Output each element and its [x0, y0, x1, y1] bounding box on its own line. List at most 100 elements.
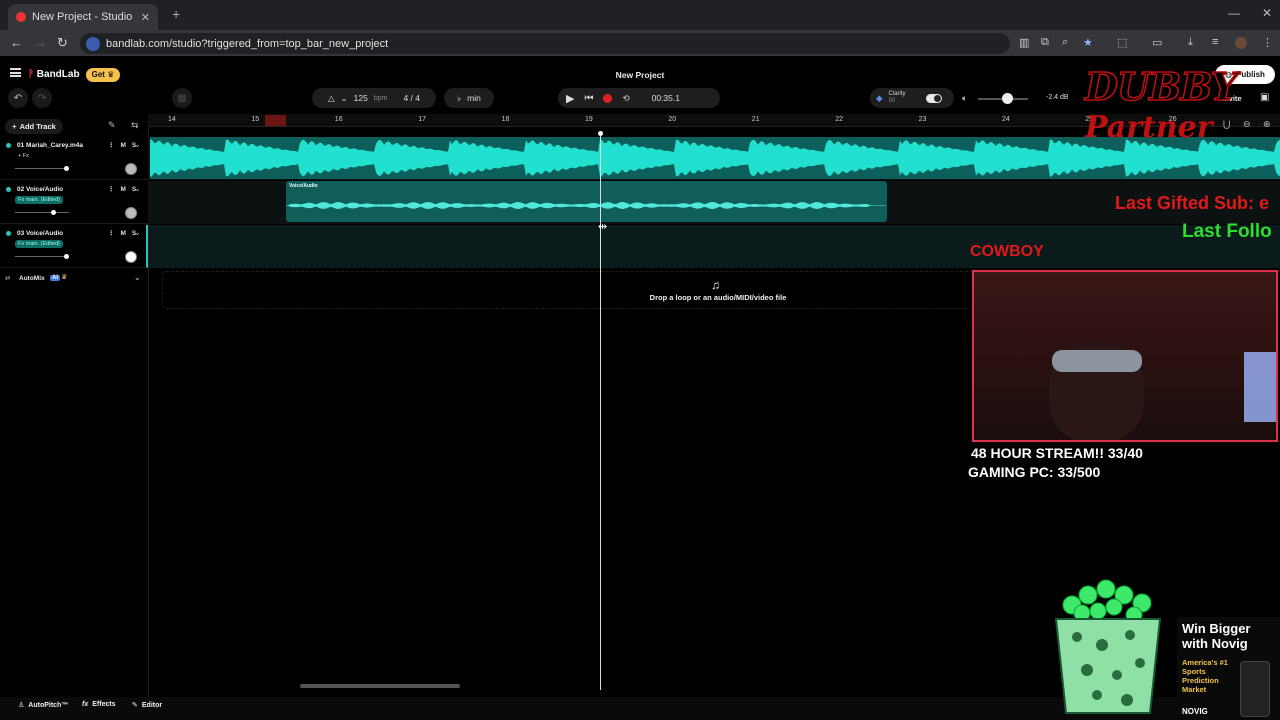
project-title[interactable]: New Project [560, 70, 720, 80]
notifications-icon[interactable]: ▣ [1260, 92, 1269, 103]
drop-zone[interactable] [162, 271, 982, 309]
partner-logo: Partner [1085, 110, 1213, 145]
bandlab-logo[interactable]: ᚹ BandLab [28, 69, 80, 80]
loop-icon[interactable]: ⟲ [622, 93, 629, 104]
browser-tab[interactable]: New Project - Studio ✕ [8, 4, 158, 30]
close-tab-icon[interactable]: ✕ [141, 11, 150, 24]
track-header-1[interactable]: 01 Mariah_Carey.m4a + Fx ⋮MS ⌄ [0, 137, 148, 180]
ad-headline-line2: with Novig [1182, 636, 1248, 651]
ruler-bar-number: 24 [1002, 116, 1010, 123]
pencil-icon[interactable]: ✎ [108, 120, 116, 131]
key-selector[interactable]: ♭ min [444, 88, 494, 108]
reload-icon[interactable]: ↻ [57, 35, 68, 51]
track-name[interactable]: 01 Mariah_Carey.m4a [17, 142, 83, 149]
tempo-group[interactable]: △ ⌄ 125 bpm 4 / 4 [312, 88, 436, 108]
undo-icon[interactable]: ↶ [8, 88, 28, 108]
track-volume-slider[interactable] [15, 256, 69, 257]
track-header-2[interactable]: 02 Voice/Audio Fx main. (Edited) ⋮MS ⌄ [0, 181, 148, 224]
hamburger-menu-icon[interactable] [10, 68, 21, 77]
track-color-icon [6, 187, 11, 192]
time-signature[interactable]: 4 / 4 [403, 93, 420, 103]
playhead-handle[interactable] [598, 131, 603, 136]
track-settings-icon[interactable]: ⇆ [131, 120, 139, 131]
track-volume-slider[interactable] [15, 168, 69, 169]
track-chevron-icon[interactable]: ⌄ [134, 184, 141, 193]
download-icon[interactable]: ⤓ [1188, 36, 1193, 49]
reader-icon[interactable]: ▥ [1019, 36, 1029, 49]
back-icon[interactable]: ← [10, 35, 23, 50]
track-name[interactable]: 03 Voice/Audio [17, 230, 63, 237]
track-volume-knob[interactable] [50, 210, 56, 215]
metronome-chevron-icon[interactable]: ⌄ [341, 93, 348, 104]
track-pan-knob[interactable] [125, 207, 137, 219]
add-track-label: Add Track [19, 122, 56, 131]
url-text: bandlab.com/studio?triggered_from=top_ba… [106, 37, 389, 50]
zoom-in-icon[interactable]: ⊕ [1263, 119, 1271, 130]
publish-label: Publish [1236, 70, 1265, 79]
get-membership-button[interactable]: Get ♛ [86, 68, 120, 82]
add-track-button[interactable]: + Add Track [5, 119, 63, 134]
clarity-toggle[interactable] [925, 93, 942, 103]
automix-label: AutoMix [19, 275, 45, 282]
extensions-icon[interactable]: ⬚ [1117, 36, 1127, 49]
track-color-icon [6, 231, 11, 236]
bpm-value[interactable]: 125 [354, 93, 368, 103]
track-fx-button[interactable]: Fx main. (Edited) [15, 240, 63, 248]
track-color-icon [6, 143, 11, 148]
ad-headline-line1: Win Bigger [1182, 621, 1251, 636]
track-fx-button[interactable]: Fx main. (Edited) [15, 196, 63, 204]
effects-label: Effects [92, 701, 116, 708]
skip-back-icon[interactable]: ⏮ [584, 93, 593, 104]
metronome-icon[interactable]: △ [328, 93, 335, 104]
track-chevron-icon[interactable]: ⌄ [134, 228, 141, 237]
track-volume-knob[interactable] [64, 166, 70, 171]
volume-db: -2.4 dB [1046, 94, 1069, 101]
clarity-control[interactable]: ◆ Clarity 50 [870, 88, 954, 108]
magnet-icon[interactable]: ⋃ [1223, 119, 1230, 130]
record-icon[interactable] [603, 93, 613, 103]
autopitch-button[interactable]: ♙ AutoPitch™ [18, 701, 69, 710]
browser-menu-icon[interactable]: ⋮ [1262, 36, 1273, 49]
cast-icon[interactable]: ▭ [1152, 36, 1162, 49]
track-pan-knob[interactable] [125, 251, 137, 263]
audio-clip-voice[interactable]: Voice/Audio [286, 181, 887, 222]
track-volume-slider[interactable] [15, 212, 69, 213]
site-info-icon[interactable] [86, 36, 100, 51]
automix-chevron-icon[interactable]: ⌄ [134, 273, 141, 282]
media-icon[interactable]: ≡ [1212, 36, 1218, 48]
mixer-icon[interactable]: ▦ [172, 88, 192, 108]
automix-row[interactable]: ⇄ AutoMix AI ♛ ⌄ [0, 271, 148, 287]
playhead[interactable] [600, 134, 601, 690]
address-bar[interactable]: bandlab.com/studio?triggered_from=top_ba… [80, 33, 1010, 54]
editor-button[interactable]: ✎ Editor [132, 701, 162, 710]
redo-icon[interactable]: ↷ [32, 88, 52, 108]
play-icon[interactable]: ▶ [566, 92, 574, 105]
edit-icon: ✎ [132, 702, 138, 709]
master-volume-knob[interactable] [1002, 93, 1013, 104]
forward-icon[interactable]: → [34, 35, 47, 50]
new-tab-icon[interactable]: + [172, 6, 180, 22]
zoom-icon[interactable]: ⌕ [1062, 36, 1068, 49]
track-fx-button[interactable]: + Fx [15, 152, 32, 160]
speaker-icon[interactable]: 🔈︎ [962, 93, 967, 104]
install-icon[interactable]: ⧉ [1041, 36, 1049, 49]
track-header-3[interactable]: 03 Voice/Audio Fx main. (Edited) ⋮MS ⌄ [0, 225, 148, 268]
profile-avatar[interactable] [1235, 37, 1247, 49]
autopitch-label: AutoPitch™ [28, 701, 69, 709]
zoom-out-icon[interactable]: ⊖ [1243, 119, 1251, 130]
clarity-label: Clarity [888, 91, 906, 97]
window-close-icon[interactable]: ✕ [1262, 6, 1272, 20]
horizontal-scrollbar[interactable] [300, 684, 460, 688]
track-name[interactable]: 02 Voice/Audio [17, 186, 63, 193]
bookmark-star-icon[interactable]: ★ [1083, 36, 1093, 49]
track-volume-knob[interactable] [64, 254, 70, 259]
minimize-icon[interactable]: — [1228, 6, 1240, 20]
track-pan-knob[interactable] [125, 163, 137, 175]
track-lane-3[interactable] [148, 225, 1280, 268]
phone-image [1240, 661, 1270, 717]
autopitch-icon: ♙ [18, 702, 25, 709]
loop-marker[interactable] [265, 115, 286, 126]
effects-button[interactable]: fx Effects [82, 701, 116, 708]
track-chevron-icon[interactable]: ⌄ [134, 140, 141, 149]
logo-text: BandLab [36, 69, 80, 80]
